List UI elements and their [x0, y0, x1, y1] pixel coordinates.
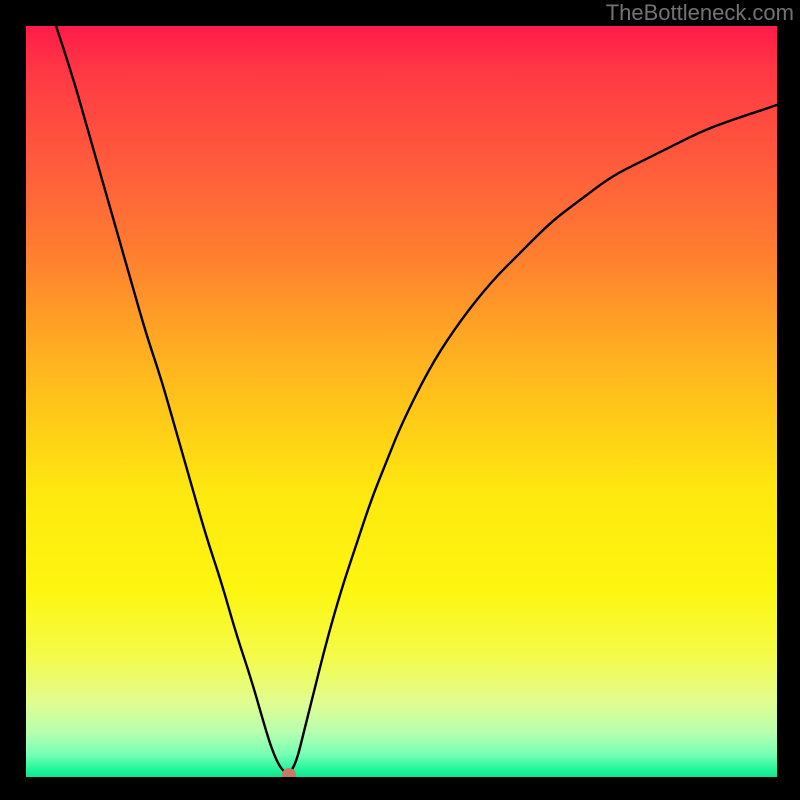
chart-stage: TheBottleneck.com	[0, 0, 800, 800]
optimum-marker	[282, 768, 296, 777]
watermark-text: TheBottleneck.com	[606, 0, 794, 26]
bottleneck-curve	[26, 26, 777, 777]
plot-area	[26, 26, 777, 777]
